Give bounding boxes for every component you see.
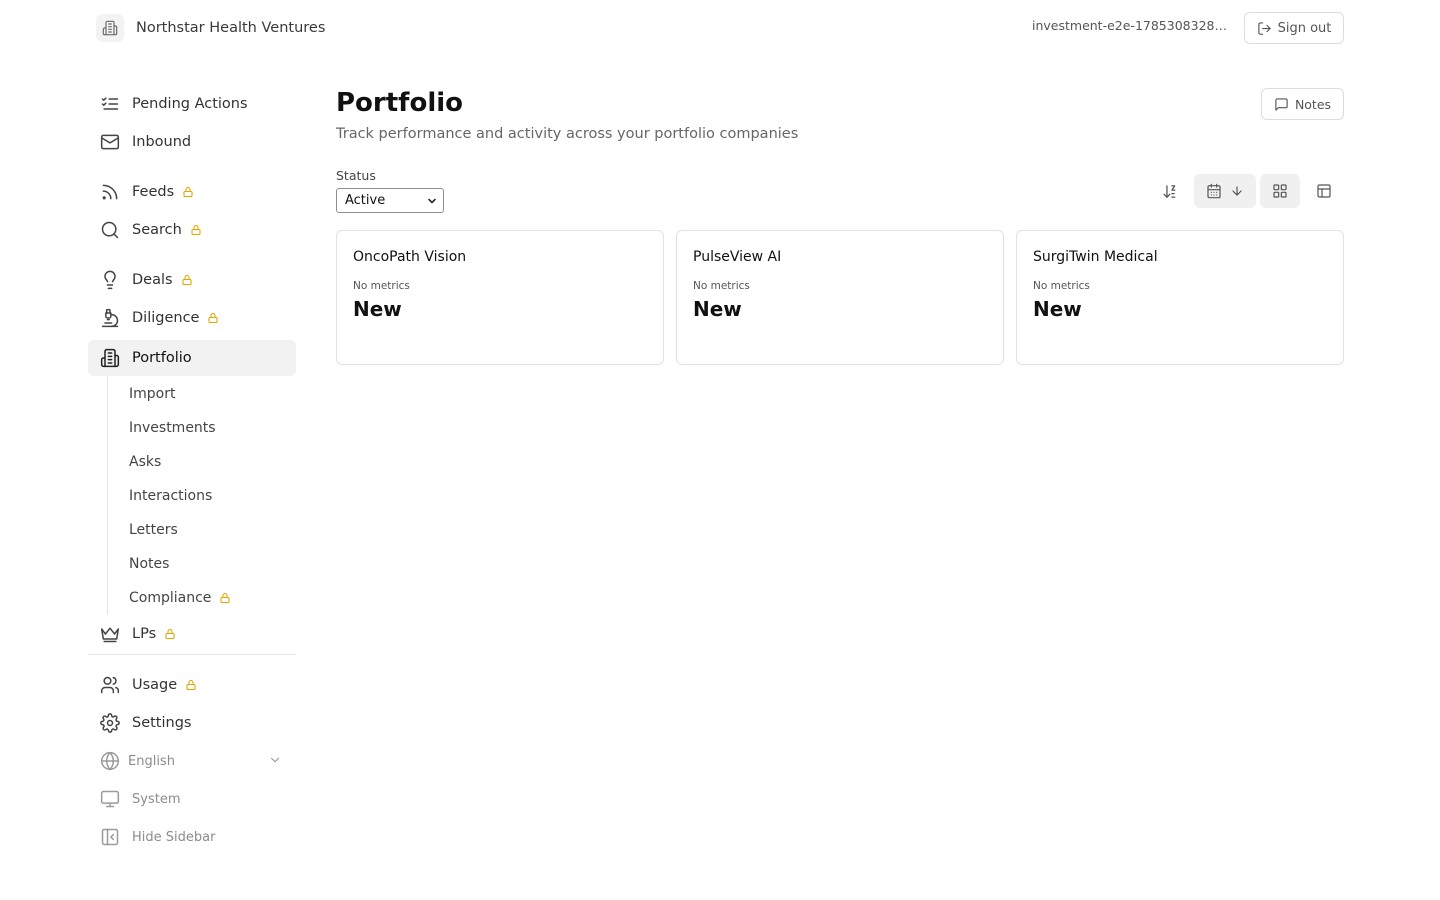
sidebar-subitem-investments[interactable]: Investments — [129, 416, 216, 440]
sidebar-subitem-letters[interactable]: Letters — [129, 518, 178, 542]
sidebar-item-pending-actions[interactable]: Pending Actions — [88, 86, 296, 122]
sidebar-item-label: LPs — [132, 626, 157, 642]
table-icon — [1316, 183, 1332, 199]
sidebar-item-feeds[interactable]: Feeds — [88, 174, 296, 210]
sidebar-item-search[interactable]: Search — [88, 212, 296, 248]
chevron-down-icon — [426, 195, 438, 207]
sidebar-item-label: Portfolio — [132, 350, 192, 366]
sidebar-item-label: Inbound — [132, 134, 192, 150]
company-metrics: No metrics — [693, 280, 750, 292]
sidebar-item-label: Pending Actions — [132, 96, 248, 112]
mail-icon — [100, 132, 120, 152]
sidebar-item-inbound[interactable]: Inbound — [88, 124, 296, 160]
company-status: New — [353, 297, 402, 321]
language-label: English — [128, 753, 175, 769]
arrow-down-icon — [1230, 184, 1244, 198]
notes-button[interactable]: Notes — [1261, 88, 1344, 120]
sidebar-item-lps[interactable]: LPs — [88, 616, 296, 652]
sidebar-subitem-import[interactable]: Import — [129, 382, 175, 406]
lock-icon — [182, 186, 194, 198]
sidebar-item-label: Deals — [132, 272, 173, 288]
sort-by-date-button[interactable] — [1194, 174, 1256, 208]
building-icon — [100, 348, 120, 368]
sidebar-subitem-label: Compliance — [129, 590, 212, 606]
page-title: Portfolio — [336, 88, 464, 118]
lock-icon — [190, 224, 202, 236]
globe-icon — [100, 751, 120, 771]
notes-label: Notes — [1294, 96, 1332, 112]
submenu-guide-line — [107, 376, 108, 614]
grid-view-button[interactable] — [1260, 174, 1300, 208]
sidebar-item-label: Settings — [132, 715, 192, 731]
sign-out-label: Sign out — [1277, 20, 1332, 36]
company-metrics: No metrics — [1033, 280, 1090, 292]
gear-icon — [100, 713, 120, 733]
company-name: SurgiTwin Medical — [1033, 249, 1158, 265]
crown-icon — [100, 624, 120, 644]
status-filter-value: Active — [345, 193, 386, 208]
search-icon — [100, 220, 120, 240]
company-name: OncoPath Vision — [353, 249, 467, 265]
user-id: investment-e2e-17853083287... — [1032, 18, 1232, 33]
company-status: New — [1033, 297, 1082, 321]
hide-sidebar-button[interactable]: Hide Sidebar — [88, 819, 296, 855]
sidebar-divider — [88, 654, 296, 655]
hide-sidebar-label: Hide Sidebar — [132, 829, 216, 845]
users-icon — [100, 675, 120, 695]
list-check-icon — [100, 94, 120, 114]
panel-left-close-icon — [100, 827, 120, 847]
company-card[interactable]: OncoPath Vision No metrics New — [336, 230, 664, 365]
lock-icon — [207, 312, 219, 324]
status-filter-label: Status — [336, 168, 376, 183]
company-name: PulseView AI — [693, 249, 782, 265]
sidebar-item-usage[interactable]: Usage — [88, 667, 296, 703]
company-status: New — [693, 297, 742, 321]
monitor-icon — [100, 789, 120, 809]
sidebar-item-diligence[interactable]: Diligence — [88, 300, 296, 336]
org-name: Northstar Health Ventures — [136, 20, 326, 36]
status-filter-select[interactable]: Active — [336, 188, 444, 213]
lock-icon — [219, 592, 231, 604]
language-select[interactable]: English — [88, 743, 296, 779]
table-view-button[interactable] — [1306, 174, 1342, 208]
sidebar-item-deals[interactable]: Deals — [88, 262, 296, 298]
calendar-icon — [1206, 183, 1222, 199]
lock-icon — [181, 274, 193, 286]
org-switcher[interactable]: Northstar Health Ventures — [96, 14, 325, 42]
company-card[interactable]: PulseView AI No metrics New — [676, 230, 1004, 365]
microscope-icon — [100, 308, 120, 328]
sidebar-item-label: Usage — [132, 677, 178, 693]
sort-arrow-down-icon — [1162, 183, 1179, 200]
sign-out-button[interactable]: Sign out — [1244, 12, 1344, 44]
lightbulb-icon — [100, 270, 120, 290]
sidebar-item-label: Search — [132, 222, 182, 238]
sidebar-item-label: Diligence — [132, 310, 200, 326]
chevron-down-icon — [268, 753, 282, 767]
rss-icon — [100, 182, 120, 202]
lock-icon — [185, 679, 197, 691]
building-icon — [96, 14, 124, 42]
company-card[interactable]: SurgiTwin Medical No metrics New — [1016, 230, 1344, 365]
theme-toggle[interactable]: System — [88, 781, 296, 817]
sidebar-subitem-notes[interactable]: Notes — [129, 552, 169, 576]
page-subtitle: Track performance and activity across yo… — [336, 126, 799, 142]
message-square-icon — [1274, 97, 1289, 112]
theme-label: System — [132, 791, 181, 807]
sidebar-subitem-compliance[interactable]: Compliance — [129, 586, 231, 610]
company-metrics: No metrics — [353, 280, 410, 292]
lock-icon — [164, 628, 176, 640]
sidebar-item-portfolio[interactable]: Portfolio — [88, 340, 296, 376]
sidebar-item-label: Feeds — [132, 184, 175, 200]
top-bar: Northstar Health Ventures investment-e2e… — [0, 0, 1440, 56]
sidebar-subitem-interactions[interactable]: Interactions — [129, 484, 212, 508]
sort-direction-button[interactable] — [1154, 174, 1186, 208]
sidebar-subitem-asks[interactable]: Asks — [129, 450, 161, 474]
grid-icon — [1272, 183, 1288, 199]
log-out-icon — [1257, 21, 1272, 36]
sidebar-item-settings[interactable]: Settings — [88, 705, 296, 741]
